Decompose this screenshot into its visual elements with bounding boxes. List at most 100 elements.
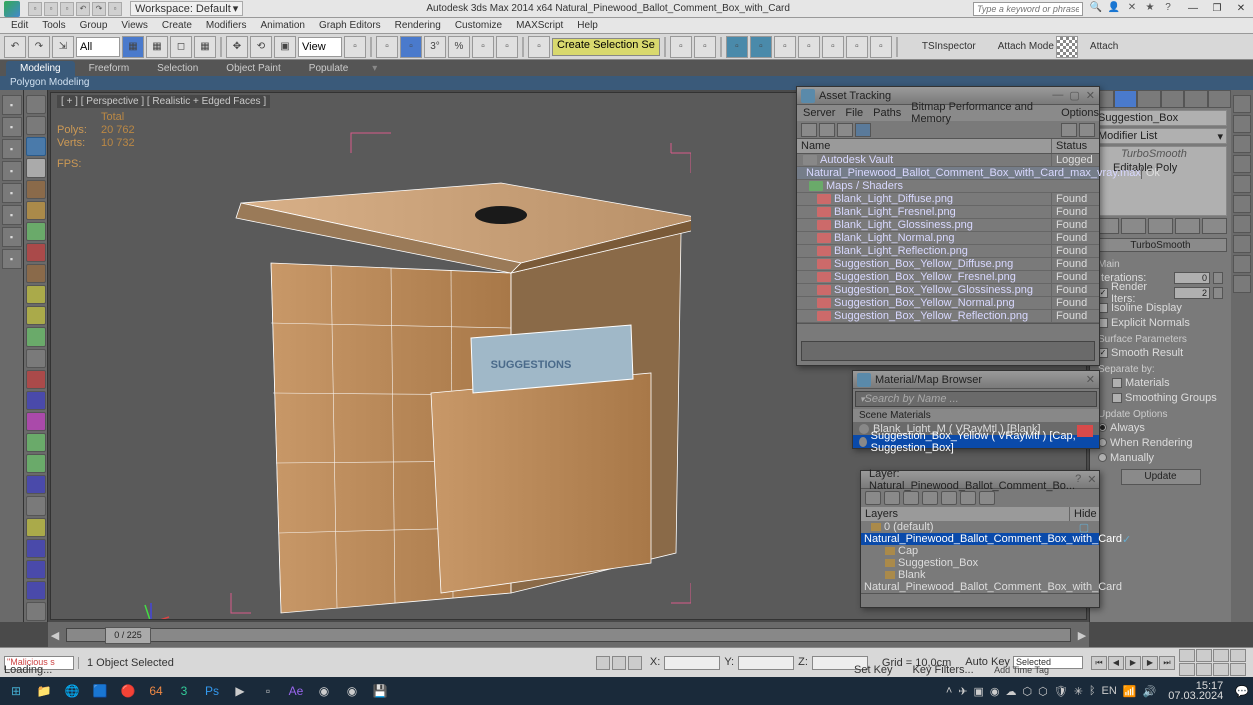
qat-link-icon[interactable]: ▫ (108, 2, 122, 16)
named-selection-dropdown[interactable]: Create Selection Se (552, 38, 660, 56)
cmd-tab-modify[interactable] (1114, 90, 1138, 108)
layer-tool-icon[interactable] (960, 491, 976, 505)
task-app-icon[interactable]: ◉ (340, 680, 364, 702)
asset-row[interactable]: Suggestion_Box_Yellow_Fresnel.pngFound (797, 271, 1099, 284)
at-help-icon[interactable] (1079, 123, 1095, 137)
rollout-turbosmooth[interactable]: TurboSmooth (1094, 238, 1227, 252)
task-ps-icon[interactable]: Ps (200, 680, 224, 702)
selection-filter-dropdown[interactable]: All (76, 37, 120, 57)
tray-icon[interactable]: ◉ (990, 685, 1000, 698)
asset-menu-paths[interactable]: Paths (873, 107, 901, 119)
nav-icon[interactable] (1213, 649, 1229, 662)
tray-icon[interactable]: ☁ (1006, 685, 1017, 698)
prim-icon[interactable] (26, 180, 46, 199)
col-name[interactable]: Name (797, 139, 1051, 153)
nav-icon[interactable] (1179, 649, 1195, 662)
ribbon-expand-icon[interactable]: ▾ (368, 61, 381, 76)
layers-button[interactable]: ▫ (694, 36, 716, 58)
prim-icon[interactable] (26, 539, 46, 558)
object-name-field[interactable]: Suggestion_Box (1094, 110, 1227, 126)
asset-row[interactable]: Blank_Light_Fresnel.pngFound (797, 206, 1099, 219)
tab-modeling[interactable]: Modeling (6, 61, 75, 76)
menu-grapheditors[interactable]: Graph Editors (312, 18, 388, 33)
at-refresh-icon[interactable] (1061, 123, 1077, 137)
menu-customize[interactable]: Customize (448, 18, 509, 33)
asset-tracking-panel[interactable]: Asset Tracking —▢✕ Server File Paths Bit… (796, 86, 1100, 366)
create-tab-icon[interactable] (26, 137, 46, 156)
signin-icon[interactable]: 👤 (1107, 2, 1121, 16)
add-time-tag[interactable]: Add Time Tag (994, 665, 1049, 675)
task-edge-icon[interactable]: 🌐 (60, 680, 84, 702)
task-3dsmax-icon[interactable]: 3 (172, 680, 196, 702)
layer-tool-icon[interactable] (979, 491, 995, 505)
asset-menu-file[interactable]: File (845, 107, 863, 119)
keyfilters-button[interactable]: Key Filters... (913, 664, 974, 676)
layer-tool-icon[interactable] (903, 491, 919, 505)
prim-icon[interactable] (26, 391, 46, 410)
lt-icon[interactable]: ▪ (2, 249, 22, 269)
panel-close-icon[interactable]: ✕ (1087, 473, 1096, 486)
prim-icon[interactable] (26, 581, 46, 600)
spinner-icon[interactable] (1213, 272, 1223, 284)
layer-row[interactable]: Cap (861, 545, 1099, 557)
tray-icon[interactable]: ✈ (958, 685, 967, 698)
help-icon[interactable]: ? (1161, 2, 1175, 16)
tray-icon[interactable]: ⬡ (1038, 685, 1048, 698)
tab-selection[interactable]: Selection (143, 61, 212, 76)
maximize-button[interactable]: ❐ (1205, 0, 1229, 18)
material-search-input[interactable]: ▾ Search by Name ... (855, 391, 1097, 407)
cmd-tab-motion[interactable] (1161, 90, 1185, 108)
lt-icon[interactable]: ▪ (2, 117, 22, 137)
at-tool-icon[interactable] (819, 123, 835, 137)
layer-row[interactable]: Natural_Pinewood_Ballot_Comment_Box_with… (861, 581, 1099, 593)
fr-icon[interactable] (1233, 215, 1251, 233)
task-app-icon[interactable]: 🟦 (88, 680, 112, 702)
material-browser-panel[interactable]: Material/Map Browser ✕ ▾ Search by Name … (852, 370, 1100, 449)
time-next-icon[interactable]: ▶ (1075, 629, 1089, 642)
viewport-label[interactable]: [ + ] [ Perspective ] [ Realistic + Edge… (57, 95, 270, 108)
section-scene-materials[interactable]: Scene Materials (853, 409, 1099, 422)
prim-icon[interactable] (26, 475, 46, 494)
tray-bt-icon[interactable]: ᛒ (1089, 685, 1096, 697)
cmd-tab-utilities[interactable] (1208, 90, 1232, 108)
menu-maxscript[interactable]: MAXScript (509, 18, 570, 33)
snap-toggle-button[interactable]: ▫ (400, 36, 422, 58)
qat-new-icon[interactable]: ▫ (28, 2, 42, 16)
qat-undo-icon[interactable]: ↶ (76, 2, 90, 16)
at-tool-icon[interactable] (855, 123, 871, 137)
fr-icon[interactable] (1233, 95, 1251, 113)
asset-row[interactable]: Suggestion_Box_Yellow_Diffuse.pngFound (797, 258, 1099, 271)
fr-icon[interactable] (1233, 195, 1251, 213)
prim-icon[interactable] (26, 222, 46, 241)
exchange-icon[interactable]: ✕ (1125, 2, 1139, 16)
layer-tool-icon[interactable] (922, 491, 938, 505)
prim-icon[interactable] (26, 433, 46, 452)
link-button[interactable]: ⇲ (52, 36, 74, 58)
time-prev-icon[interactable]: ◀ (48, 629, 62, 642)
prim-icon[interactable] (26, 285, 46, 304)
prim-icon[interactable] (26, 412, 46, 431)
task-app-icon[interactable]: 64 (144, 680, 168, 702)
cmd-tab-hierarchy[interactable] (1137, 90, 1161, 108)
fr-icon[interactable] (1233, 275, 1251, 293)
lt-icon[interactable]: ▪ (2, 205, 22, 225)
curve-editor-button[interactable]: ▫ (726, 36, 748, 58)
asset-menu-bitmap[interactable]: Bitmap Performance and Memory (911, 101, 1051, 125)
render-frame-button[interactable]: ▫ (822, 36, 844, 58)
spinner-icon[interactable] (1213, 287, 1223, 299)
help-search-input[interactable] (973, 2, 1083, 16)
asset-row[interactable]: Blank_Light_Reflection.pngFound (797, 245, 1099, 258)
tray-notif-icon[interactable]: 💬 (1235, 685, 1249, 698)
mirror-button[interactable]: ▫ (528, 36, 550, 58)
ref-coord-dropdown[interactable]: View (298, 37, 342, 57)
time-slider[interactable]: 0 / 225 (66, 628, 1071, 642)
create-tab-icon[interactable] (26, 95, 46, 114)
tray-wifi-icon[interactable]: 📶 (1123, 685, 1137, 698)
prim-icon[interactable] (26, 560, 46, 579)
menu-tools[interactable]: Tools (35, 18, 72, 33)
prim-icon[interactable] (26, 327, 46, 346)
layer-panel[interactable]: Layer: Natural_Pinewood_Ballot_Comment_B… (860, 470, 1100, 608)
app-icon[interactable] (4, 1, 20, 17)
workspace-selector[interactable]: Workspace: Default▾ (130, 1, 243, 16)
lt-icon[interactable]: ▪ (2, 161, 22, 181)
